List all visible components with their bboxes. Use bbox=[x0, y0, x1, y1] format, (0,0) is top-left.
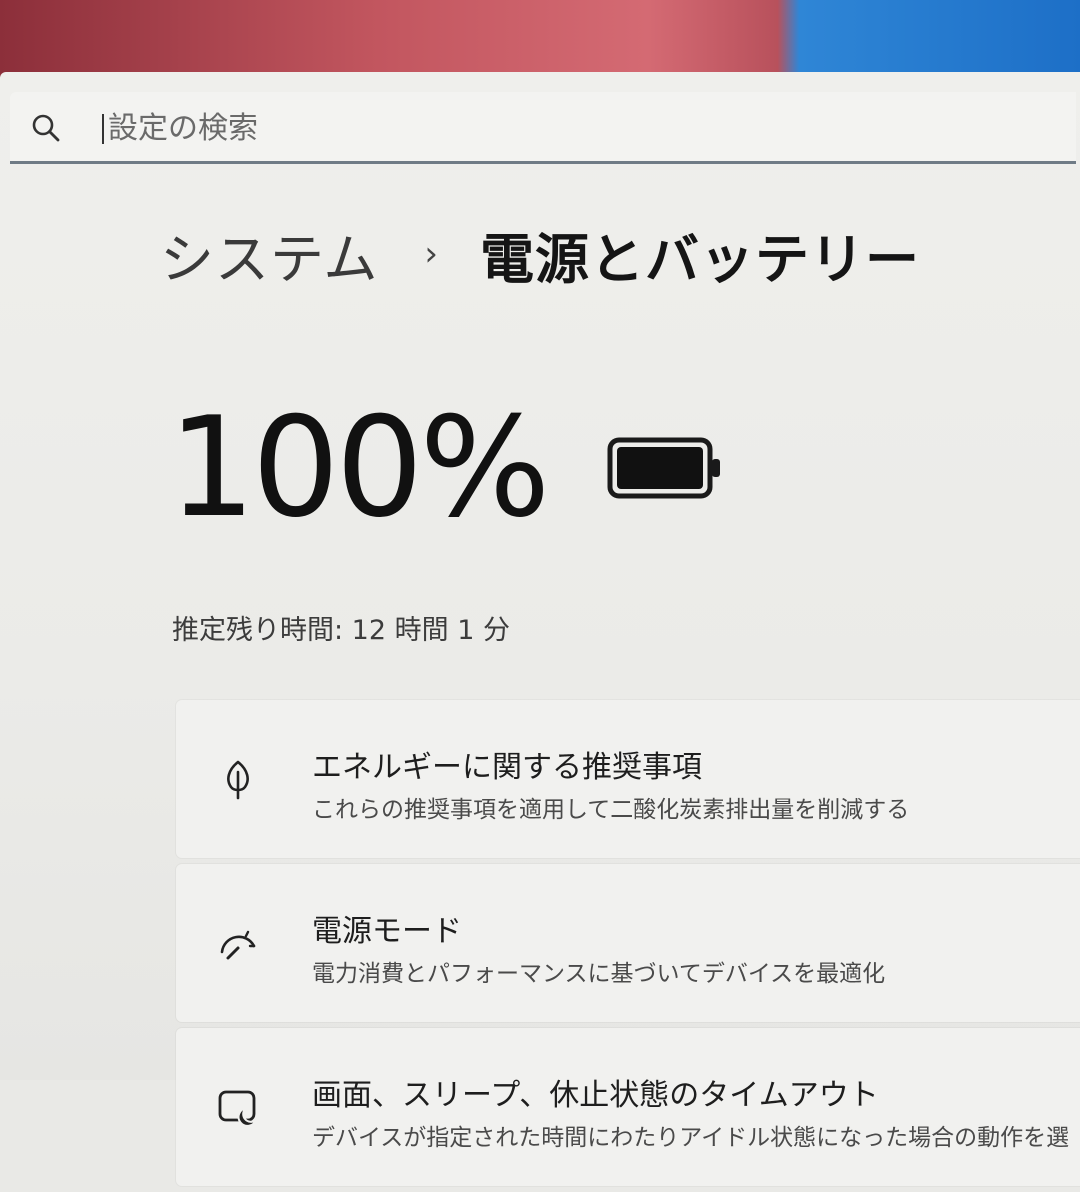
sleep-screen-icon bbox=[218, 1090, 259, 1127]
settings-window: システム › 電源とバッテリー 100% 推定残り時間: 12 時間 1 分 エ… bbox=[0, 72, 1080, 1186]
card-power-mode[interactable]: 電源モード 電力消費とパフォーマンスに基づいてデバイスを最適化 bbox=[176, 864, 1080, 1022]
page-title: 電源とバッテリー bbox=[480, 227, 920, 291]
search-icon bbox=[32, 114, 60, 142]
battery-percent: 100% bbox=[168, 387, 551, 548]
search-input[interactable] bbox=[108, 106, 1008, 150]
card-screen-sleep-timeout[interactable]: 画面、スリープ、休止状態のタイムアウト デバイスが指定された時間にわたりアイドル… bbox=[176, 1028, 1080, 1186]
text-caret bbox=[102, 114, 104, 144]
settings-card-list: エネルギーに関する推奨事項 これらの推奨事項を適用して二酸化炭素排出量を削減する… bbox=[176, 630, 1080, 1192]
card-energy-recommendations[interactable]: エネルギーに関する推奨事項 これらの推奨事項を適用して二酸化炭素排出量を削減する bbox=[176, 700, 1080, 858]
search-box[interactable] bbox=[10, 92, 1076, 164]
card-title: 画面、スリープ、休止状態のタイムアウト bbox=[312, 1078, 879, 1113]
card-description: デバイスが指定された時間にわたりアイドル状態になった場合の動作を選 bbox=[312, 1125, 1070, 1151]
gauge-icon bbox=[220, 930, 256, 960]
battery-status: 100% bbox=[168, 368, 723, 568]
breadcrumb-parent-link[interactable]: システム bbox=[160, 215, 378, 294]
breadcrumb-separator: › bbox=[424, 234, 438, 274]
breadcrumb: システム › 電源とバッテリー bbox=[160, 214, 920, 294]
card-description: 電力消費とパフォーマンスに基づいてデバイスを最適化 bbox=[312, 961, 886, 987]
card-title: エネルギーに関する推奨事項 bbox=[312, 750, 702, 785]
battery-icon bbox=[607, 437, 720, 499]
desktop-wallpaper bbox=[0, 0, 1080, 80]
leaf-icon bbox=[227, 760, 249, 800]
battery-fill bbox=[616, 447, 703, 489]
card-title: 電源モード bbox=[312, 914, 462, 949]
card-description: これらの推奨事項を適用して二酸化炭素排出量を削減する bbox=[312, 797, 910, 823]
